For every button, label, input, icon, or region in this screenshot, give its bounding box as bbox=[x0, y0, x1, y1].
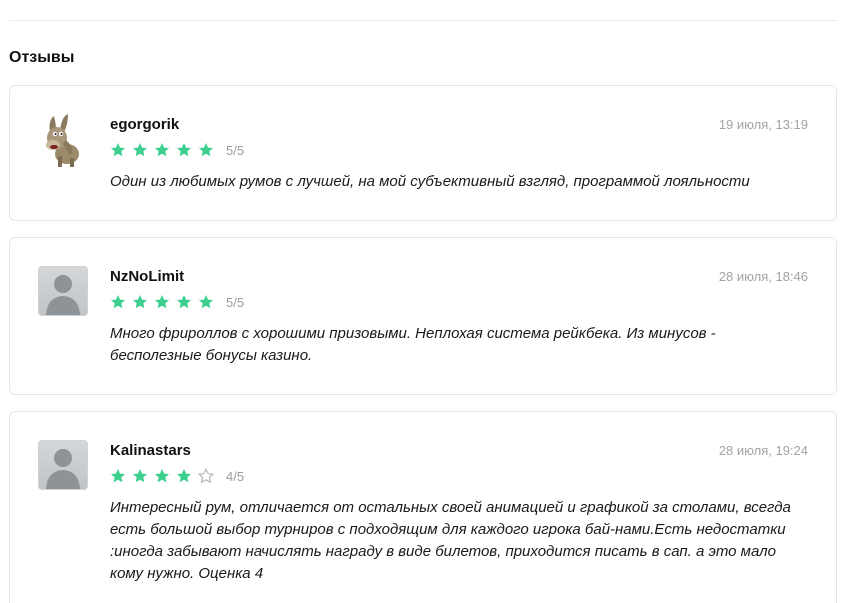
star-filled-icon bbox=[177, 469, 191, 483]
star-empty-icon bbox=[198, 468, 214, 484]
review-card: NzNoLimit 28 июля, 18:46 5/5 Много фриро… bbox=[9, 237, 837, 395]
star-rating: 5/5 bbox=[110, 141, 244, 159]
rating-score: 5/5 bbox=[226, 142, 245, 158]
star-filled-icon bbox=[155, 469, 169, 483]
star-filled-icon bbox=[155, 143, 169, 157]
review-text: Много фрироллов с хорошими призовыми. Не… bbox=[110, 325, 716, 364]
rating-score: 4/5 bbox=[226, 468, 245, 484]
top-divider bbox=[9, 20, 838, 21]
review-card: egorgorik 19 июля, 13:19 5/5 Один из люб… bbox=[9, 85, 837, 221]
star-filled-icon bbox=[111, 469, 125, 483]
star-filled-icon bbox=[111, 295, 125, 309]
review-card: Kalinastars 28 июля, 19:24 4/5 Интересны… bbox=[9, 411, 837, 603]
default-user-avatar-icon bbox=[46, 449, 80, 489]
star-filled-icon bbox=[133, 295, 147, 309]
avatar[interactable] bbox=[38, 266, 88, 316]
star-filled-icon bbox=[199, 143, 213, 157]
reviews-page: Отзывы egorgorik 19 июля, 13:19 5/5 Один… bbox=[0, 0, 854, 603]
star-filled-icon bbox=[177, 295, 191, 309]
default-user-avatar-icon bbox=[46, 275, 80, 315]
review-text: Один из любимых румов с лучшей, на мой с… bbox=[110, 173, 750, 190]
star-filled-icon bbox=[199, 295, 213, 309]
rating-score: 5/5 bbox=[226, 294, 245, 310]
review-date: 28 июля, 19:24 bbox=[718, 443, 808, 458]
star-rating: 4/5 bbox=[110, 467, 244, 485]
author-name[interactable]: Kalinastars bbox=[110, 442, 191, 459]
star-filled-icon bbox=[133, 469, 147, 483]
avatar[interactable] bbox=[38, 440, 88, 490]
donkey-avatar-icon bbox=[46, 114, 79, 167]
avatar[interactable] bbox=[40, 112, 86, 168]
review-date: 19 июля, 13:19 bbox=[718, 117, 808, 132]
star-filled-icon bbox=[155, 295, 169, 309]
review-text: Интересный рум, отличается от остальных … bbox=[110, 499, 791, 582]
star-rating: 5/5 bbox=[110, 293, 244, 311]
author-name[interactable]: egorgorik bbox=[110, 116, 179, 133]
star-filled-icon bbox=[177, 143, 191, 157]
review-date: 28 июля, 18:46 bbox=[718, 269, 808, 284]
star-filled-icon bbox=[111, 143, 125, 157]
star-filled-icon bbox=[133, 143, 147, 157]
author-name[interactable]: NzNoLimit bbox=[110, 268, 184, 285]
section-title: Отзывы bbox=[9, 49, 75, 66]
